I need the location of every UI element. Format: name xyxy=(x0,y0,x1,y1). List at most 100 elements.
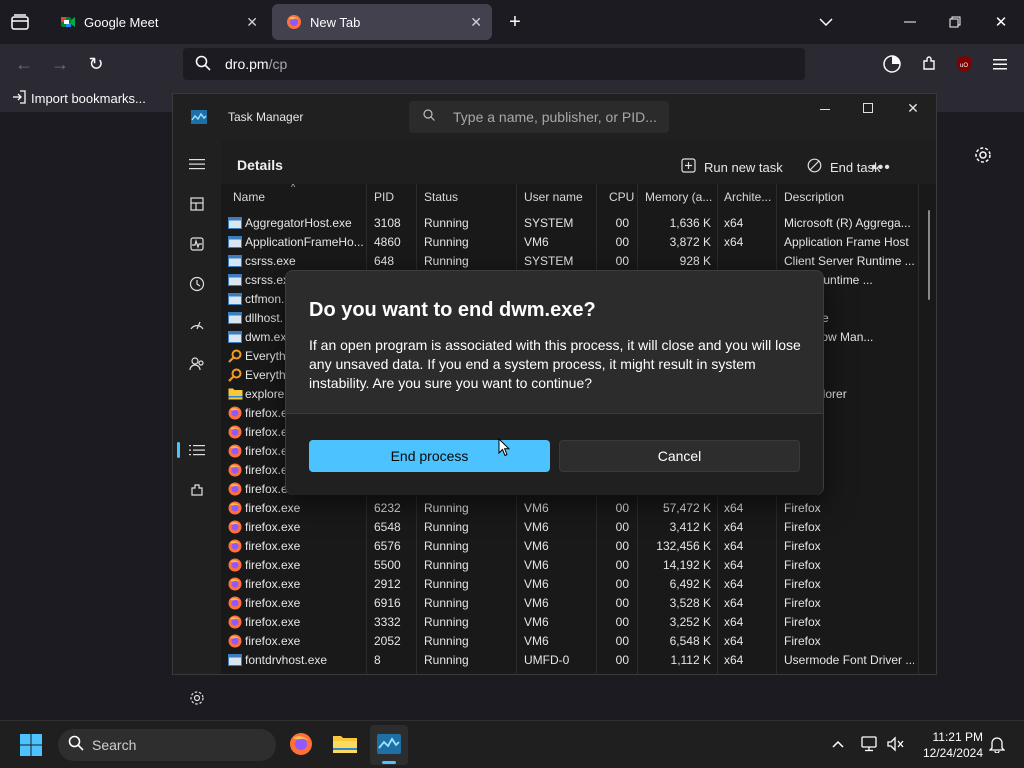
table-row[interactable]: firefox.exe 6548 Running VM6 00 3,412 K x64 Fir… xyxy=(221,518,936,537)
file-explorer-taskbar-icon[interactable] xyxy=(331,730,359,758)
column-header-cpu[interactable]: CPU xyxy=(609,190,634,214)
address-bar[interactable]: dro.pm /cp xyxy=(183,48,805,80)
notification-bell-icon[interactable] xyxy=(986,733,1008,755)
cell-cpu: 00 xyxy=(615,501,629,515)
list-all-tabs-icon[interactable] xyxy=(814,10,838,34)
table-row[interactable]: AggregatorHost.exe 3108 Running SYSTEM 00 1,6… xyxy=(221,214,936,233)
cell-name: firefox.exe xyxy=(245,596,301,610)
table-row[interactable]: fontdrvhost.exe 8 Running UMFD-0 00 1,112 K x6… xyxy=(221,651,936,670)
tab-list-icon[interactable] xyxy=(8,10,32,34)
maximize-icon[interactable] xyxy=(856,96,880,120)
hamburger-menu-icon[interactable] xyxy=(185,152,209,176)
cell-cpu: 00 xyxy=(615,216,629,230)
cell-user: VM6 xyxy=(524,558,549,572)
table-row[interactable]: firefox.exe 6916 Running VM6 00 3,528 K x64 Fir… xyxy=(221,594,936,613)
import-bookmarks-link[interactable]: Import bookmarks... xyxy=(12,90,146,107)
cell-user: VM6 xyxy=(524,596,549,610)
more-options-icon[interactable]: ••• xyxy=(869,156,893,180)
table-row[interactable]: firefox.exe 2052 Running VM6 00 6,548 K x64 Fir… xyxy=(221,632,936,651)
settings-gear-icon[interactable] xyxy=(972,144,994,166)
cell-arch: x64 xyxy=(724,235,744,249)
cell-status: Running xyxy=(424,216,469,230)
table-row[interactable]: firefox.exe 5500 Running VM6 00 14,192 K x64 Fi… xyxy=(221,556,936,575)
active-app-indicator xyxy=(382,761,396,764)
clock[interactable]: 11:21 PM 12/24/2024 xyxy=(913,729,983,761)
new-tab-icon[interactable]: + xyxy=(503,10,527,34)
cell-name: firefox.exe xyxy=(245,558,301,572)
column-header-architecture[interactable]: Archite... xyxy=(724,190,771,214)
application-window-icon xyxy=(228,235,242,253)
cell-user: VM6 xyxy=(524,577,549,591)
users-icon[interactable] xyxy=(185,352,209,376)
table-row[interactable]: firefox.exe 3332 Running VM6 00 3,252 K x64 Fir… xyxy=(221,613,936,632)
end-process-button[interactable]: End process xyxy=(309,440,550,472)
cell-name: csrss.exe xyxy=(245,254,296,268)
processes-icon[interactable] xyxy=(185,192,209,216)
column-header-status[interactable]: Status xyxy=(424,190,458,214)
settings-icon[interactable] xyxy=(185,686,209,710)
close-icon[interactable]: ✕ xyxy=(901,96,925,120)
cell-user: VM6 xyxy=(524,615,549,629)
tab-google-meet[interactable]: Google Meet ✕ xyxy=(46,4,268,40)
tab-new-tab[interactable]: New Tab ✕ xyxy=(272,4,492,40)
startup-apps-icon[interactable] xyxy=(185,312,209,336)
table-row[interactable]: firefox.exe 6232 Running VM6 00 57,472 K x64 Fi… xyxy=(221,499,936,518)
application-window-icon xyxy=(228,653,242,671)
mouse-cursor-icon xyxy=(498,438,510,457)
close-tab-icon[interactable]: ✕ xyxy=(470,14,482,31)
task-manager-taskbar-button[interactable] xyxy=(370,725,408,765)
close-window-icon[interactable]: ✕ xyxy=(989,10,1013,34)
cell-cpu: 00 xyxy=(615,235,629,249)
cell-mem: 1,112 K xyxy=(670,653,711,667)
app-history-icon[interactable] xyxy=(185,272,209,296)
firefox-taskbar-icon[interactable] xyxy=(287,730,315,758)
minimize-icon[interactable] xyxy=(813,98,837,122)
run-new-task-label: Run new task xyxy=(704,159,783,175)
column-header-name[interactable]: Name xyxy=(233,190,265,214)
sort-ascending-icon: ^ xyxy=(291,184,296,192)
tab-label: New Tab xyxy=(310,14,361,30)
cell-arch: x64 xyxy=(724,216,744,230)
cancel-button[interactable]: Cancel xyxy=(559,440,800,472)
active-indicator xyxy=(177,442,180,458)
table-row[interactable]: csrss.exe 648 Running SYSTEM 00 928 K Client S… xyxy=(221,252,936,271)
column-header-pid[interactable]: PID xyxy=(374,190,394,214)
performance-icon[interactable] xyxy=(185,232,209,256)
forward-icon[interactable]: → xyxy=(48,52,72,76)
cell-desc: Firefox xyxy=(784,501,821,515)
menu-icon[interactable] xyxy=(988,52,1012,76)
column-header-memory[interactable]: Memory (a... xyxy=(645,190,712,214)
volume-muted-icon[interactable] xyxy=(885,733,907,755)
table-row[interactable]: firefox.exe 2912 Running VM6 00 6,492 K x64 Fir… xyxy=(221,575,936,594)
cell-arch: x64 xyxy=(724,634,744,648)
restore-icon[interactable] xyxy=(943,10,967,34)
minimize-icon[interactable] xyxy=(898,10,922,34)
process-search-box[interactable]: Type a name, publisher, or PID... xyxy=(409,101,669,133)
show-hidden-icons-chevron-icon[interactable] xyxy=(827,733,849,755)
close-tab-icon[interactable]: ✕ xyxy=(246,14,258,31)
back-icon[interactable]: ← xyxy=(12,52,36,76)
details-icon[interactable] xyxy=(185,438,209,462)
table-row[interactable]: firefox.exe 6576 Running VM6 00 132,456 K x64 F… xyxy=(221,537,936,556)
network-icon[interactable] xyxy=(859,733,881,755)
start-windows-icon[interactable] xyxy=(18,732,44,758)
end-process-dialog: Do you want to end dwm.exe? If an open p… xyxy=(285,270,824,495)
cell-desc: Microsoft (R) Aggrega... xyxy=(784,216,911,230)
extension-shield-icon[interactable] xyxy=(880,52,904,76)
extensions-icon[interactable] xyxy=(917,52,941,76)
cell-cpu: 00 xyxy=(615,539,629,553)
svg-text:uO: uO xyxy=(960,63,968,69)
column-header-description[interactable]: Description xyxy=(784,190,844,214)
table-row[interactable]: ApplicationFrameHo... 4860 Running VM6 00 3,8… xyxy=(221,233,936,252)
reload-icon[interactable]: ↻ xyxy=(84,52,108,76)
cell-pid: 6576 xyxy=(374,539,401,553)
taskbar-search-box[interactable]: Search xyxy=(58,729,276,761)
task-manager-titlebar[interactable]: Task Manager Type a name, publisher, or … xyxy=(173,94,936,140)
run-new-task-button[interactable]: Run new task xyxy=(681,158,783,176)
cell-desc: Firefox xyxy=(784,615,821,629)
cell-status: Running xyxy=(424,501,469,515)
ublock-icon[interactable]: uO xyxy=(952,52,976,76)
column-header-user[interactable]: User name xyxy=(524,190,583,214)
url-domain: dro.pm xyxy=(225,56,269,72)
services-icon[interactable] xyxy=(185,478,209,502)
